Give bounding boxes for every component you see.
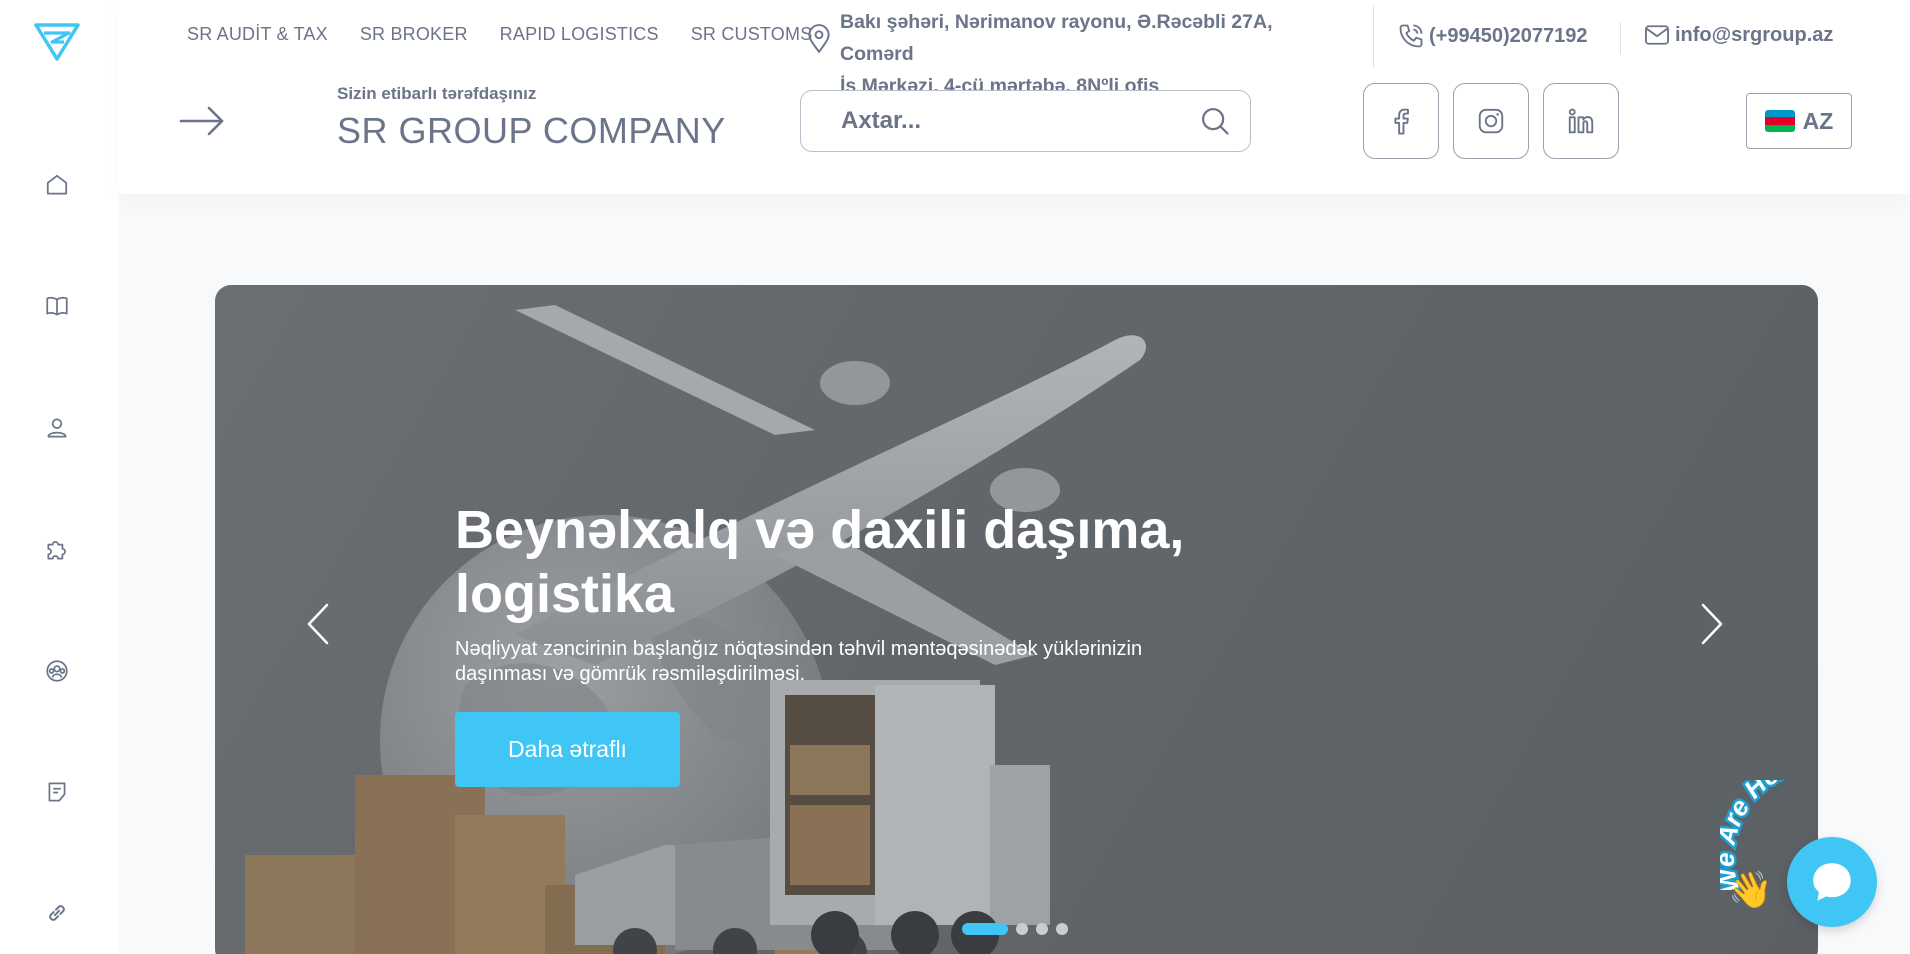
address-text: Bakı şəhəri, Nərimanov rayonu, Ə.Rəcəbli… [840,6,1351,102]
home-icon[interactable] [40,168,74,202]
note-icon[interactable] [40,775,74,809]
chat-bubble-icon [1813,863,1851,901]
slider-dot[interactable] [1036,923,1048,935]
hero-slider: Beynəlxalq və daxili daşıma, logistika N… [215,285,1818,954]
azerbaijan-flag-icon [1764,110,1795,132]
address-line-1: Bakı şəhəri, Nərimanov rayonu, Ə.Rəcəbli… [840,11,1273,65]
address[interactable]: Bakı şəhəri, Nərimanov rayonu, Ə.Rəcəbli… [806,6,1351,102]
slider-dot[interactable] [1056,923,1068,935]
team-icon[interactable] [40,654,74,688]
email-link[interactable]: info@srgroup.az [1643,22,1833,48]
location-pin-icon [808,24,830,54]
chevron-left-icon[interactable] [303,599,333,649]
nav-link-audit-tax[interactable]: SR AUDİT & TAX [187,24,328,45]
slider-pagination [962,923,1068,935]
learn-more-button[interactable]: Daha ətraflı [455,712,680,787]
user-icon[interactable] [40,411,74,445]
envelope-icon [1644,25,1670,45]
chat-button[interactable] [1787,837,1877,927]
search-icon[interactable] [1200,106,1230,136]
language-code: AZ [1802,107,1834,134]
waving-hand-icon: 👋 [1728,869,1773,910]
facebook-button[interactable] [1363,83,1439,159]
hero-title: Beynəlxalq və daxili daşıma, logistika [455,500,1185,624]
phone-link[interactable]: (+99450)2077192 [1397,22,1587,50]
linkedin-icon [1568,108,1594,134]
hero-subtitle: Nəqliyyat zəncirinin başlanğız nöqtəsind… [455,638,1143,685]
instagram-button[interactable] [1453,83,1529,159]
email-address: info@srgroup.az [1675,23,1834,46]
search-input[interactable] [841,91,1181,150]
phone-number: (+99450)2077192 [1429,24,1588,47]
page: SR AUDİT & TAX SR BROKER RAPID LOGISTICS… [0,0,1910,954]
arrow-right-icon[interactable] [179,104,225,138]
top-nav: SR AUDİT & TAX SR BROKER RAPID LOGISTICS… [187,24,812,45]
slider-dot[interactable] [1016,923,1028,935]
brand-company[interactable]: SR GROUP COMPANY [337,110,726,152]
chevron-right-icon[interactable] [1697,599,1727,649]
sr-group-logo[interactable] [34,22,80,62]
header-divider [1373,6,1374,68]
brand-tagline: Sizin etibarlı tərəfdaşınız [337,84,537,103]
link-icon[interactable] [40,896,74,930]
book-icon[interactable] [40,289,74,323]
header-divider [1620,22,1621,54]
facebook-icon [1394,108,1409,135]
phone-icon [1399,24,1423,48]
linkedin-button[interactable] [1543,83,1619,159]
language-selector[interactable]: AZ [1746,93,1852,149]
search-box [800,90,1251,152]
slider-dot[interactable] [962,923,1008,935]
nav-link-customs[interactable]: SR CUSTOMS [691,24,813,45]
puzzle-icon[interactable] [40,533,74,567]
instagram-icon [1478,108,1504,134]
nav-link-rapid-logistics[interactable]: RAPID LOGISTICS [500,24,659,45]
sidebar [0,0,119,954]
nav-link-broker[interactable]: SR BROKER [360,24,468,45]
